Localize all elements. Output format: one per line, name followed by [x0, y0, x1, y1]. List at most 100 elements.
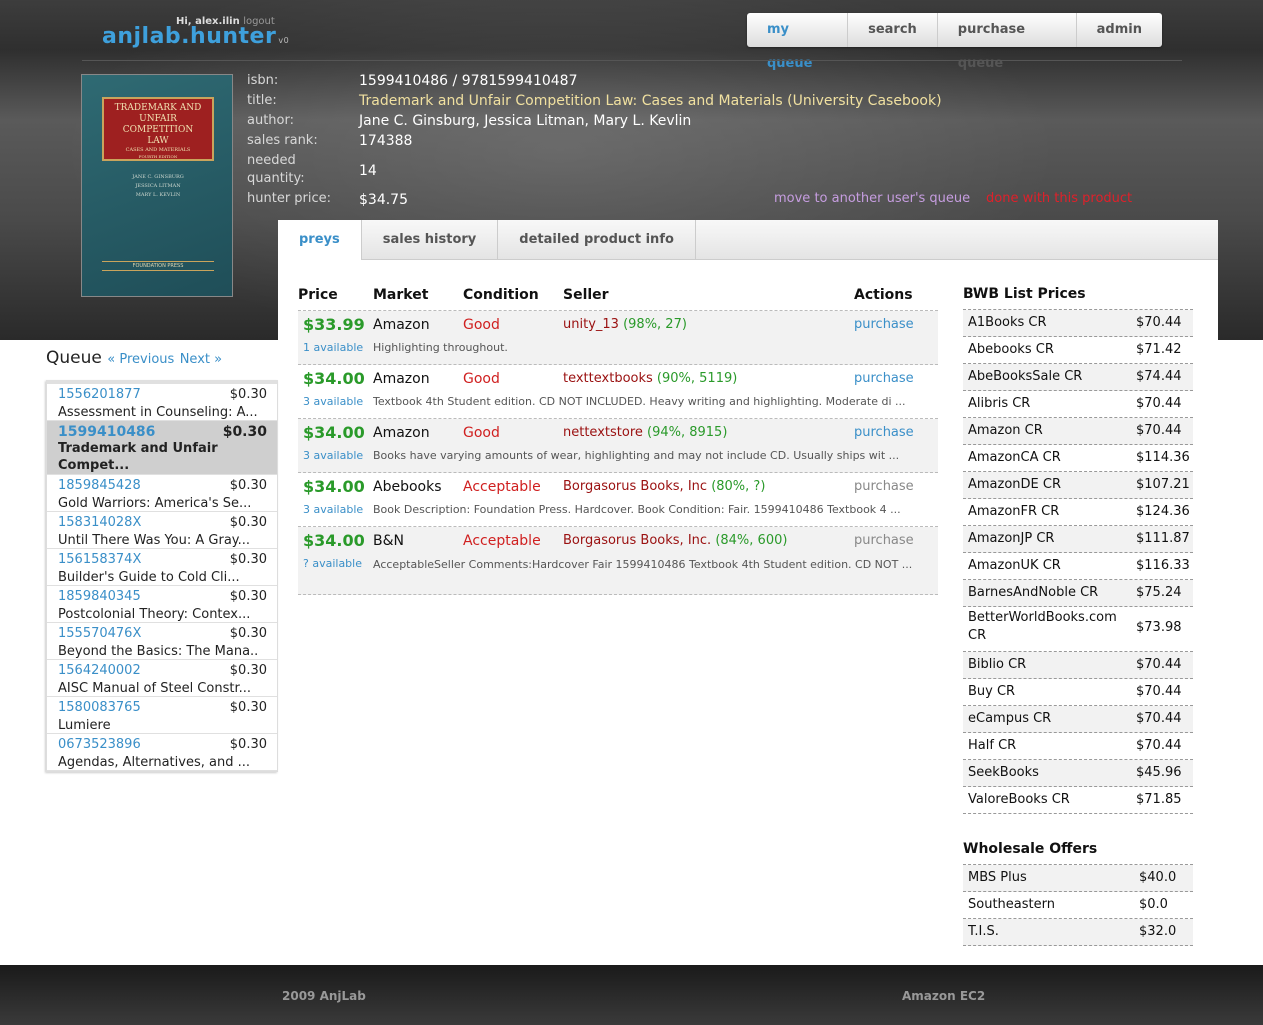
queue-item-isbn[interactable]: 158314028X [58, 515, 141, 530]
queue-item-title: Postcolonial Theory: Contex... [58, 607, 251, 622]
queue-list: 1556201877 $0.30 Assessment in Counseling:… [46, 380, 278, 772]
prey-available[interactable]: 3 available [303, 449, 363, 462]
wholesale-price: $32.0 [1139, 924, 1177, 939]
queue-header: Queue « Previous Next » [46, 348, 278, 368]
price-list-price: $75.24 [1136, 585, 1182, 600]
queue-item[interactable]: 1556201877 $0.30 Assessment in Counseling:… [47, 384, 277, 421]
wholesale-row: Southeastern $0.0 [963, 892, 1193, 919]
nav-search[interactable]: search [848, 13, 938, 47]
app-logo[interactable]: anjlab.hunter v0 [102, 24, 289, 49]
queue-item-title: Beyond the Basics: The Mana... [58, 644, 258, 659]
prey-seller[interactable]: nettextstore (94%, 8915) [563, 425, 727, 440]
move-queue-link[interactable]: move to another user's queue [774, 191, 970, 206]
nav-my-queue[interactable]: my queue [747, 13, 849, 71]
queue-item[interactable]: 1859840345 $0.30 Postcolonial Theory: Cont… [47, 586, 277, 623]
cover-title-line: LAW [147, 136, 169, 146]
queue-item[interactable]: 155570476X $0.30 Beyond the Basics: The Ma… [47, 623, 277, 660]
price-list-price: $70.44 [1136, 657, 1182, 672]
needed-quantity-label: quantity: [247, 171, 305, 186]
nav-admin[interactable]: admin [1077, 13, 1162, 47]
wholesale-title: Wholesale Offers [963, 841, 1193, 865]
done-product-link[interactable]: done with this product [986, 191, 1132, 206]
prey-available[interactable]: ? available [303, 557, 362, 570]
price-list-price: $70.44 [1136, 423, 1182, 438]
seller-name[interactable]: Borgasorus Books, Inc [563, 479, 707, 494]
queue-title-text: Queue [46, 348, 102, 368]
nav-purchase-queue[interactable]: purchase queue [938, 13, 1077, 71]
wholesale-rows: MBS Plus $40.0 Southeastern $0.0 T.I.S. $32.0 [963, 865, 1193, 946]
logo-text: anjlab.hunter [102, 24, 277, 49]
queue-item[interactable]: 1599410486 $0.30 Trademark and Unfair Comp… [47, 421, 277, 475]
queue-item-isbn[interactable]: 155570476X [58, 626, 141, 641]
cover-author: JESSICA LITMAN [135, 183, 181, 189]
prey-market: Amazon [373, 371, 430, 387]
footer-copyright: 2009 AnjLab [282, 989, 366, 1003]
tab-preys[interactable]: preys [278, 220, 362, 260]
tab-sales-history[interactable]: sales history [362, 220, 499, 260]
cover-author: JANE C. GINSBURG [132, 174, 184, 180]
price-list-row: BetterWorldBooks.com CR $73.98 [963, 607, 1193, 652]
purchase-link[interactable]: purchase [854, 371, 914, 386]
purchase-link-disabled: purchase [854, 479, 914, 494]
price-list-row: eCampus CR $70.44 [963, 706, 1193, 733]
queue-item[interactable]: 156158374X $0.30 Builder's Guide to Cold C… [47, 549, 277, 586]
queue-previous-link[interactable]: « Previous [107, 352, 174, 367]
prey-description: Textbook 4th Student edition. CD NOT INC… [373, 395, 906, 408]
queue-item-isbn[interactable]: 1580083765 [58, 700, 141, 715]
seller-name[interactable]: unity_13 [563, 317, 619, 332]
seller-name[interactable]: Borgasorus Books, Inc. [563, 533, 711, 548]
queue-item-isbn[interactable]: 1556201877 [58, 387, 141, 402]
purchase-link[interactable]: purchase [854, 425, 914, 440]
prey-available[interactable]: 1 available [303, 341, 363, 354]
queue-item-isbn[interactable]: 156158374X [58, 552, 141, 567]
queue-item[interactable]: 1564240002 $0.30 AISC Manual of Steel Cons… [47, 660, 277, 697]
queue-item[interactable]: 1859845428 $0.30 Gold Warriors: America's … [47, 475, 277, 512]
bwb-rows: A1Books CR $70.44 Abebooks CR $71.42 AbeBook… [963, 310, 1193, 814]
price-list-row: Biblio CR $70.44 [963, 652, 1193, 679]
prey-available[interactable]: 3 available [303, 395, 363, 408]
price-list-price: $71.42 [1136, 342, 1182, 357]
queue-item-isbn[interactable]: 1859845428 [58, 478, 141, 493]
price-list-price: $70.44 [1136, 684, 1182, 699]
price-list-row: AmazonUK CR $116.33 [963, 553, 1193, 580]
cover-publisher: FOUNDATION PRESS [102, 261, 214, 271]
queue-item-isbn[interactable]: 0673523896 [58, 737, 141, 752]
price-list-price: $124.36 [1136, 504, 1190, 519]
queue-item[interactable]: 1580083765 $0.30 Lumiere [47, 697, 277, 734]
prey-seller[interactable]: Borgasorus Books, Inc (80%, ?) [563, 479, 765, 494]
price-list-source: BarnesAndNoble CR [968, 585, 1099, 600]
cover-title-label: TRADEMARK AND UNFAIR COMPETITION LAW CAS… [102, 97, 214, 161]
queue-item[interactable]: 158314028X $0.30 Until There Was You: A Gr… [47, 512, 277, 549]
price-list-price: $114.36 [1136, 450, 1190, 465]
needed-quantity-label: needed [247, 153, 296, 168]
prey-row: $34.00 B&N Acceptable Borgasorus Books, … [298, 527, 938, 595]
price-list-row: AmazonCA CR $114.36 [963, 445, 1193, 472]
seller-rating: (94%, 8915) [647, 425, 728, 440]
cover-title-line: TRADEMARK AND [114, 103, 202, 113]
seller-name[interactable]: nettextstore [563, 425, 643, 440]
title-value[interactable]: Trademark and Unfair Competition Law: Ca… [359, 92, 942, 110]
purchase-link[interactable]: purchase [854, 317, 914, 332]
price-list-row: AmazonDE CR $107.21 [963, 472, 1193, 499]
price-list-source: Biblio CR [968, 657, 1027, 672]
col-market: Market [373, 287, 429, 303]
wholesale-offers: Wholesale Offers MBS Plus $40.0 Southeaste… [963, 841, 1193, 946]
wholesale-price: $40.0 [1139, 870, 1177, 885]
prey-seller[interactable]: texttextbooks (90%, 5119) [563, 371, 737, 386]
queue-item-isbn[interactable]: 1599410486 [58, 424, 155, 440]
queue-title: Queue « Previous Next » [46, 348, 222, 368]
price-list-source: Alibris CR [968, 396, 1031, 411]
queue-next-link[interactable]: Next » [180, 352, 222, 367]
prey-available[interactable]: 3 available [303, 503, 363, 516]
queue-item-title: Until There Was You: A Gray... [58, 533, 251, 548]
tab-detailed-product-info[interactable]: detailed product info [498, 220, 696, 260]
prey-seller[interactable]: unity_13 (98%, 27) [563, 317, 687, 332]
queue-item-isbn[interactable]: 1564240002 [58, 663, 141, 678]
queue-item[interactable]: 0673523896 $0.30 Agendas, Alternatives, an… [47, 734, 277, 771]
seller-name[interactable]: texttextbooks [563, 371, 653, 386]
prey-seller[interactable]: Borgasorus Books, Inc. (84%, 600) [563, 533, 787, 548]
queue-item-isbn[interactable]: 1859840345 [58, 589, 141, 604]
col-price: Price [298, 287, 338, 303]
prey-row: $34.00 Amazon Good texttextbooks (90%, 5… [298, 365, 938, 419]
price-list-source: ValoreBooks CR [968, 792, 1070, 807]
